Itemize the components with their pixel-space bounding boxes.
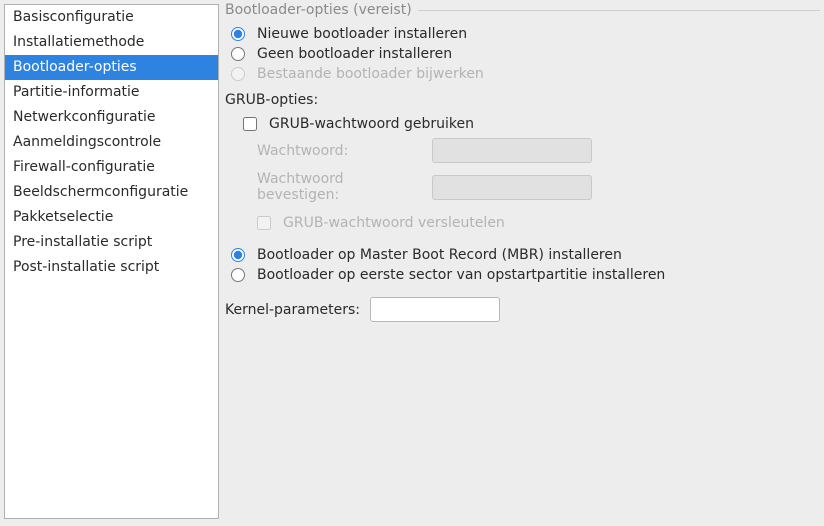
label-update-existing: Bestaande bootloader bijwerken — [257, 66, 484, 82]
sidebar-item-post-installatie-script[interactable]: Post-installatie script — [5, 255, 218, 280]
sidebar-item-bootloader-opties[interactable]: Bootloader-opties — [5, 55, 218, 80]
section-title: Bootloader-opties (vereist) — [223, 0, 412, 20]
grub-section-title: GRUB-opties: — [223, 84, 824, 114]
label-password: Wachtwoord: — [257, 143, 422, 159]
input-kernel-parameters[interactable] — [370, 297, 500, 322]
label-mbr[interactable]: Bootloader op Master Boot Record (MBR) i… — [257, 247, 622, 263]
sidebar-item-pre-installatie-script[interactable]: Pre-installatie script — [5, 230, 218, 255]
label-encrypt-password: GRUB-wachtwoord versleutelen — [283, 215, 505, 231]
sidebar: Basisconfiguratie Installatiemethode Boo… — [4, 4, 219, 519]
sidebar-item-firewall-configuratie[interactable]: Firewall-configuratie — [5, 155, 218, 180]
sidebar-item-netwerkconfiguratie[interactable]: Netwerkconfiguratie — [5, 105, 218, 130]
section-divider — [418, 10, 820, 11]
app-root: Basisconfiguratie Installatiemethode Boo… — [0, 0, 824, 526]
sidebar-item-installatiemethode[interactable]: Installatiemethode — [5, 30, 218, 55]
bootloader-choice-group: Nieuwe bootloader installeren Geen bootl… — [223, 20, 824, 84]
label-first-sector[interactable]: Bootloader op eerste sector van opstartp… — [257, 267, 665, 283]
sidebar-item-beeldschermconfiguratie[interactable]: Beeldschermconfiguratie — [5, 180, 218, 205]
radio-mbr[interactable] — [231, 248, 245, 262]
radio-none[interactable] — [231, 47, 245, 61]
input-confirm-password — [432, 175, 592, 200]
section-header: Bootloader-opties (vereist) — [223, 0, 824, 20]
radio-update-existing — [231, 67, 245, 81]
sidebar-item-pakketselectie[interactable]: Pakketselectie — [5, 205, 218, 230]
radio-install-new[interactable] — [231, 27, 245, 41]
input-password — [432, 138, 592, 163]
label-kernel-parameters: Kernel-parameters: — [225, 302, 360, 318]
sidebar-item-partitie-informatie[interactable]: Partitie-informatie — [5, 80, 218, 105]
label-grub-password[interactable]: GRUB-wachtwoord gebruiken — [269, 116, 474, 132]
checkbox-encrypt-password — [257, 216, 271, 230]
sidebar-item-basisconfiguratie[interactable]: Basisconfiguratie — [5, 5, 218, 30]
radio-first-sector[interactable] — [231, 268, 245, 282]
label-install-new[interactable]: Nieuwe bootloader installeren — [257, 26, 467, 42]
sidebar-item-aanmeldingscontrole[interactable]: Aanmeldingscontrole — [5, 130, 218, 155]
main-panel: Bootloader-opties (vereist) Nieuwe bootl… — [223, 0, 824, 526]
install-location-group: Bootloader op Master Boot Record (MBR) i… — [223, 241, 824, 285]
label-none[interactable]: Geen bootloader installeren — [257, 46, 452, 62]
checkbox-grub-password[interactable] — [243, 117, 257, 131]
label-confirm-password: Wachtwoord bevestigen: — [257, 171, 422, 203]
